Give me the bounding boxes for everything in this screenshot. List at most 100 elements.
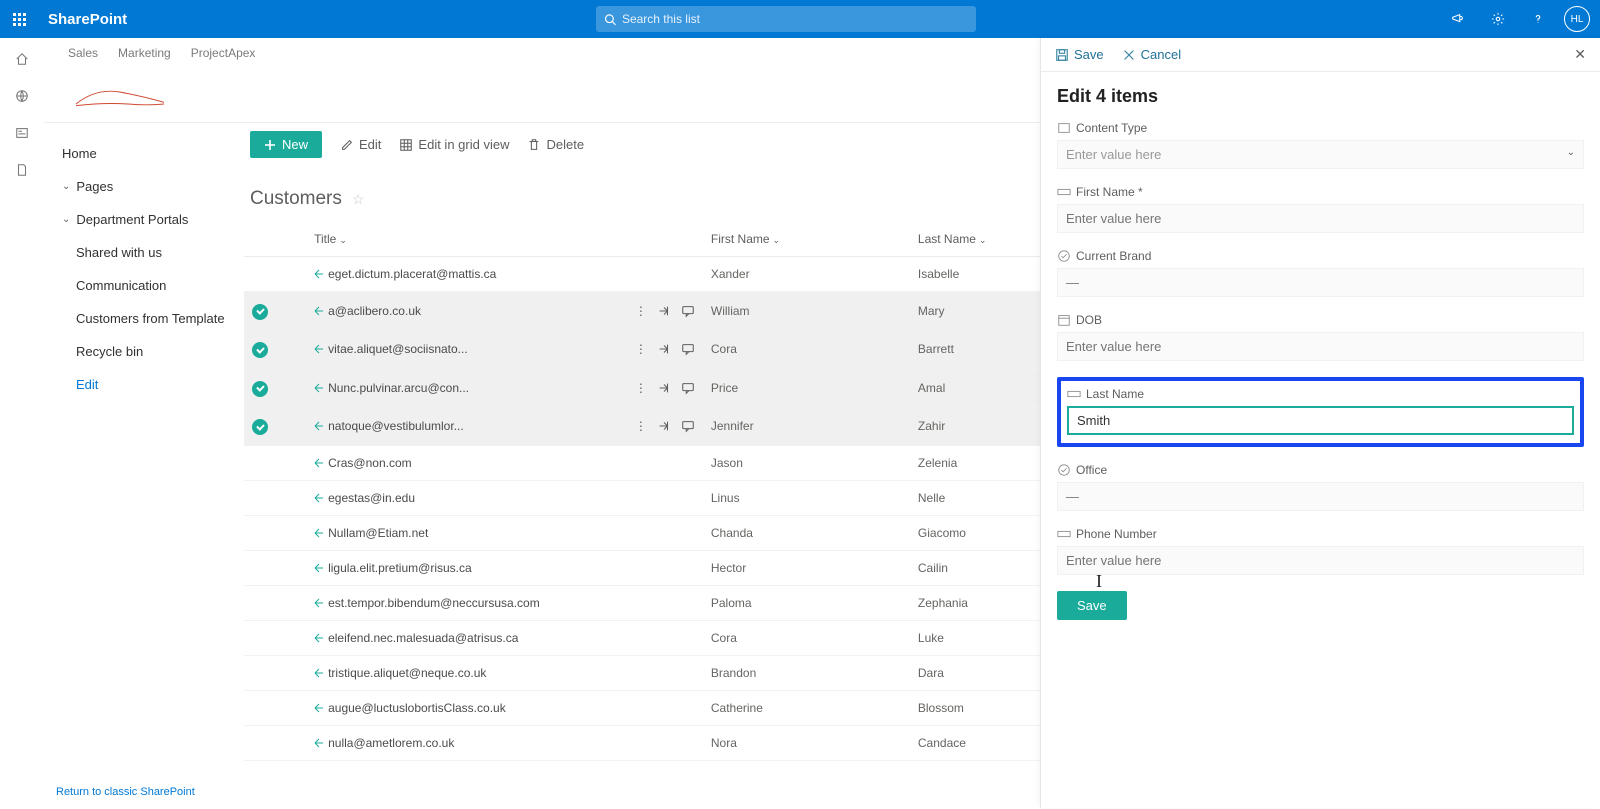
share-icon[interactable] bbox=[657, 342, 671, 356]
item-arrow-icon bbox=[314, 421, 324, 431]
edit-button[interactable]: Edit bbox=[340, 137, 381, 152]
office-value[interactable]: — bbox=[1057, 482, 1584, 511]
panel-title: Edit 4 items bbox=[1057, 86, 1584, 107]
item-arrow-icon bbox=[314, 383, 324, 393]
row-selected-icon[interactable] bbox=[252, 304, 268, 320]
row-more-icon[interactable]: ⋮ bbox=[635, 304, 647, 318]
row-title: eleifend.nec.malesuada@atrisus.ca bbox=[328, 631, 518, 645]
chevron-down-icon: ⌄ bbox=[62, 214, 70, 225]
site-logo bbox=[68, 74, 172, 118]
nav-pages[interactable]: ⌄Pages bbox=[56, 170, 232, 203]
panel-close-icon[interactable]: ✕ bbox=[1574, 46, 1586, 63]
col-first-name[interactable]: First Name⌄ bbox=[703, 222, 910, 257]
content-type-select[interactable]: Enter value here⌄ bbox=[1057, 140, 1584, 169]
nav-home[interactable]: Home bbox=[56, 137, 232, 170]
suite-title: SharePoint bbox=[48, 11, 127, 28]
item-arrow-icon bbox=[314, 269, 324, 279]
nav-communication[interactable]: Communication bbox=[56, 269, 232, 302]
share-icon[interactable] bbox=[657, 304, 671, 318]
delete-button[interactable]: Delete bbox=[527, 137, 584, 152]
row-selected-icon[interactable] bbox=[252, 342, 268, 358]
new-button[interactable]: New bbox=[250, 131, 322, 158]
date-icon bbox=[1057, 313, 1071, 327]
row-title: ligula.elit.pretium@risus.ca bbox=[328, 561, 472, 575]
row-title: natoque@vestibulumlor... bbox=[328, 419, 464, 433]
search-input[interactable] bbox=[622, 12, 968, 26]
row-title: est.tempor.bibendum@neccursusa.com bbox=[328, 596, 540, 610]
hub-link-sales[interactable]: Sales bbox=[68, 46, 98, 60]
last-name-highlight: Last Name bbox=[1057, 377, 1584, 447]
chevron-down-icon: ⌄ bbox=[62, 181, 70, 192]
item-arrow-icon bbox=[314, 563, 324, 573]
row-title: Nunc.pulvinar.arcu@con... bbox=[328, 381, 469, 395]
comment-icon[interactable] bbox=[681, 419, 695, 433]
panel-cancel-link[interactable]: Cancel bbox=[1122, 47, 1181, 62]
row-more-icon[interactable]: ⋮ bbox=[635, 381, 647, 395]
search-box[interactable] bbox=[596, 6, 976, 32]
text-field-icon bbox=[1057, 185, 1071, 199]
app-launcher[interactable] bbox=[0, 0, 38, 38]
row-title: Cras@non.com bbox=[328, 456, 412, 470]
hub-link-projectapex[interactable]: ProjectApex bbox=[191, 46, 256, 60]
nav-department-portals[interactable]: ⌄Department Portals bbox=[56, 203, 232, 236]
item-arrow-icon bbox=[314, 306, 324, 316]
last-name-input[interactable] bbox=[1067, 406, 1574, 435]
item-arrow-icon bbox=[314, 458, 324, 468]
comment-icon[interactable] bbox=[681, 342, 695, 356]
row-title: augue@luctuslobortisClass.co.uk bbox=[328, 701, 506, 715]
item-arrow-icon bbox=[314, 703, 324, 713]
item-arrow-icon bbox=[314, 598, 324, 608]
item-arrow-icon bbox=[314, 668, 324, 678]
row-title: Nullam@Etiam.net bbox=[328, 526, 428, 540]
choice-icon bbox=[1057, 463, 1071, 477]
favorite-star-icon[interactable]: ☆ bbox=[352, 191, 365, 208]
rail-home-icon[interactable] bbox=[15, 52, 29, 69]
help-icon[interactable] bbox=[1524, 5, 1552, 33]
phone-input[interactable] bbox=[1057, 546, 1584, 575]
search-icon bbox=[604, 13, 616, 26]
settings-icon[interactable] bbox=[1484, 5, 1512, 33]
share-icon[interactable] bbox=[657, 381, 671, 395]
item-arrow-icon bbox=[314, 633, 324, 643]
nav-recycle-bin[interactable]: Recycle bin bbox=[56, 335, 232, 368]
dob-input[interactable] bbox=[1057, 332, 1584, 361]
panel-save-link[interactable]: Save bbox=[1055, 47, 1104, 62]
return-classic-link[interactable]: Return to classic SharePoint bbox=[56, 786, 195, 798]
edit-grid-button[interactable]: Edit in grid view bbox=[399, 137, 509, 152]
nav-customers-template[interactable]: Customers from Template bbox=[56, 302, 232, 335]
share-icon[interactable] bbox=[657, 419, 671, 433]
item-arrow-icon bbox=[314, 344, 324, 354]
content-type-icon bbox=[1057, 121, 1071, 135]
row-title: egestas@in.edu bbox=[328, 491, 415, 505]
row-selected-icon[interactable] bbox=[252, 381, 268, 397]
row-selected-icon[interactable] bbox=[252, 419, 268, 435]
col-title[interactable]: Title⌄ bbox=[306, 222, 703, 257]
row-more-icon[interactable]: ⋮ bbox=[635, 419, 647, 433]
list-title: Customers bbox=[250, 188, 342, 210]
user-avatar[interactable]: HL bbox=[1564, 6, 1590, 32]
current-brand-value[interactable]: — bbox=[1057, 268, 1584, 297]
left-nav: Home ⌄Pages ⌄Department Portals Shared w… bbox=[44, 123, 244, 809]
text-field-icon bbox=[1067, 387, 1081, 401]
row-more-icon[interactable]: ⋮ bbox=[635, 342, 647, 356]
edit-panel: Save Cancel ✕ Edit 4 items Content Type … bbox=[1040, 38, 1600, 808]
row-title: eget.dictum.placerat@mattis.ca bbox=[328, 267, 496, 281]
choice-icon bbox=[1057, 249, 1071, 263]
rail-news-icon[interactable] bbox=[15, 126, 29, 143]
text-field-icon bbox=[1057, 527, 1071, 541]
item-arrow-icon bbox=[314, 493, 324, 503]
hub-link-marketing[interactable]: Marketing bbox=[118, 46, 171, 60]
rail-globe-icon[interactable] bbox=[15, 89, 29, 106]
nav-shared[interactable]: Shared with us bbox=[56, 236, 232, 269]
megaphone-icon[interactable] bbox=[1444, 5, 1472, 33]
comment-icon[interactable] bbox=[681, 381, 695, 395]
row-title: vitae.aliquet@sociisnato... bbox=[328, 342, 468, 356]
nav-edit[interactable]: Edit bbox=[56, 368, 232, 401]
row-title: a@aclibero.co.uk bbox=[328, 304, 421, 318]
first-name-input[interactable] bbox=[1057, 204, 1584, 233]
row-title: nulla@ametlorem.co.uk bbox=[328, 736, 454, 750]
comment-icon[interactable] bbox=[681, 304, 695, 318]
panel-save-button[interactable]: Save bbox=[1057, 591, 1127, 620]
rail-files-icon[interactable] bbox=[15, 163, 29, 180]
row-title: tristique.aliquet@neque.co.uk bbox=[328, 666, 486, 680]
